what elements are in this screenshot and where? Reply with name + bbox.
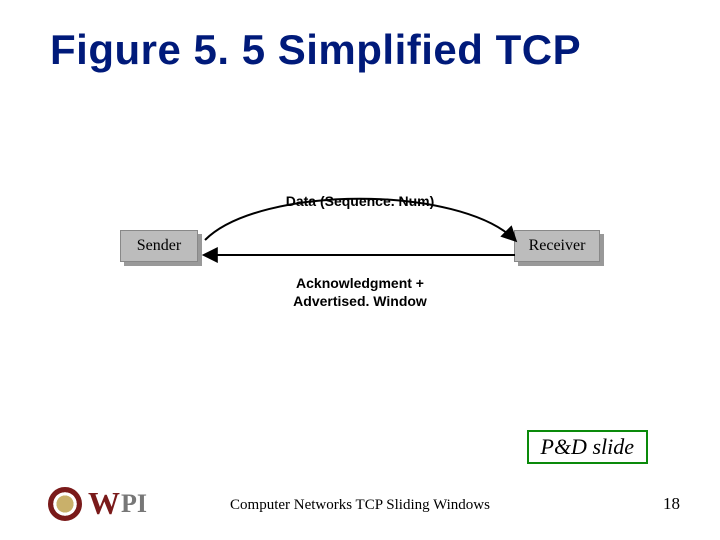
sender-node: Sender <box>120 230 198 262</box>
receiver-node: Receiver <box>514 230 600 262</box>
page-number: 18 <box>663 494 680 514</box>
tcp-diagram: Sender Receiver Data (Sequence. Num) Ack… <box>120 175 600 325</box>
slide-title: Figure 5. 5 Simplified TCP <box>50 26 581 74</box>
arrows-svg <box>200 195 520 295</box>
data-arrow-icon <box>205 199 515 240</box>
footer: WPI Computer Networks TCP Sliding Window… <box>0 478 720 522</box>
footer-text: Computer Networks TCP Sliding Windows <box>0 497 720 514</box>
pd-slide-badge: P&D slide <box>527 430 649 464</box>
